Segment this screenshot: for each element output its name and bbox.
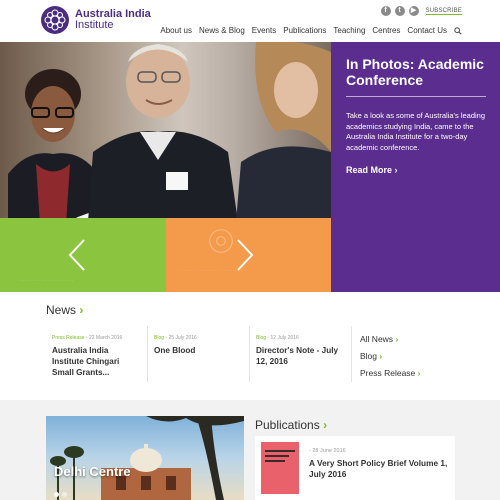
hero-divider [346, 96, 486, 97]
logo-watermark-icon [209, 229, 233, 253]
news-date: 12 July 2016 [270, 335, 299, 341]
carousel-dot-active[interactable] [54, 492, 59, 497]
news-card[interactable]: Blog - 25 July 2016 One Blood [148, 326, 250, 382]
logo-line2: Institute [75, 19, 114, 31]
publication-title: A Very Short Policy Brief Volume 1, July… [309, 458, 448, 479]
hero-description: Take a look as some of Australia's leadi… [346, 111, 486, 152]
logo-text: Australia India Institute [75, 9, 165, 31]
nav-contact-us[interactable]: Contact Us [407, 26, 447, 35]
site-header: Australia India Institute f t ▶ SUBSCRIB… [0, 0, 500, 42]
delhi-centre-label: Delhi Centre [54, 464, 131, 479]
chevron-right-icon: › [379, 351, 383, 361]
facebook-icon[interactable]: f [380, 6, 391, 16]
hero-tile-green: · · · · · · · · · · · · · · · · · · [0, 218, 166, 292]
news-category: Blog [256, 335, 267, 341]
news-side-links: All News › Blog › Press Release › [360, 334, 421, 385]
nav-publications[interactable]: Publications [283, 26, 326, 35]
chevron-right-icon: › [394, 165, 398, 175]
person-photo-3 [236, 42, 331, 218]
carousel-dots [54, 492, 67, 497]
chevron-right-icon: › [395, 334, 399, 344]
news-meta: Blog - 25 July 2016 [154, 335, 197, 341]
blog-link[interactable]: Blog › [360, 351, 421, 361]
read-more-label: Read More [346, 165, 393, 175]
hero-title: In Photos: Academic Conference [346, 56, 484, 88]
news-meta: Press Release - 22 March 2016 [52, 335, 123, 341]
nav-about-us[interactable]: About us [160, 26, 192, 35]
publication-cover [261, 442, 299, 494]
tile-shadow-text: · · · · · · · · · · · · · · · · · · [20, 278, 74, 284]
news-title: Australia India Institute Chingari Small… [52, 346, 120, 377]
carousel-dot[interactable] [62, 492, 67, 497]
news-list: Press Release - 22 March 2016 Australia … [46, 326, 456, 382]
all-news-label: All News [360, 334, 394, 344]
person-photo-2 [88, 44, 238, 218]
twitter-icon[interactable]: t [394, 6, 405, 16]
main-nav: About us News & Blog Events Publications… [160, 26, 462, 35]
blog-label: Blog [360, 351, 378, 361]
hero-photo [0, 42, 331, 218]
delhi-centre-tile[interactable]: Delhi Centre [46, 416, 244, 500]
news-heading-label: News [46, 303, 77, 317]
publication-date-value: 28 June 2016 [312, 448, 346, 454]
news-category: Blog [154, 335, 165, 341]
news-title: One Blood [154, 346, 196, 355]
search-icon[interactable] [454, 26, 462, 35]
chevron-right-icon[interactable] [234, 238, 256, 272]
news-heading[interactable]: News › [46, 303, 83, 317]
tile-shadow-text: · · · · · · · · · · · · · · · · · · · · … [178, 268, 247, 274]
person-photo-1 [8, 69, 98, 218]
subscribe-link[interactable]: SUBSCRIBE [425, 8, 462, 15]
site-logo[interactable]: Australia India Institute [40, 5, 165, 35]
nav-teaching[interactable]: Teaching [333, 26, 365, 35]
publications-heading-label: Publications [255, 418, 320, 432]
news-card[interactable]: Press Release - 22 March 2016 Australia … [46, 326, 148, 382]
hero-carousel: In Photos: Academic Conference Take a lo… [0, 42, 500, 292]
chevron-right-icon: › [417, 368, 421, 378]
press-release-link[interactable]: Press Release › [360, 368, 421, 378]
youtube-icon[interactable]: ▶ [408, 6, 419, 16]
chevron-right-icon: › [79, 303, 84, 317]
press-release-label: Press Release [360, 368, 416, 378]
news-date: 22 March 2016 [88, 335, 123, 341]
hero-tile-orange: · · · · · · · · · · · · · · · · · · · · … [166, 218, 331, 292]
social-links: f t ▶ SUBSCRIBE [380, 6, 462, 16]
nav-events[interactable]: Events [252, 26, 276, 35]
delhi-landmark-image [50, 416, 244, 500]
bottom-section: Delhi Centre Publications › - 28 June 20… [0, 400, 500, 500]
news-category: Press Release [52, 335, 85, 341]
nav-centres[interactable]: Centres [372, 26, 400, 35]
chevron-right-icon: › [323, 418, 328, 432]
publication-card[interactable]: - 28 June 2016 A Very Short Policy Brief… [255, 436, 455, 500]
news-meta: Blog - 12 July 2016 [256, 335, 299, 341]
news-card[interactable]: Blog - 12 July 2016 Director's Note - Ju… [250, 326, 352, 382]
logo-icon [41, 6, 69, 34]
publication-date: - 28 June 2016 [309, 448, 346, 454]
all-news-link[interactable]: All News › [360, 334, 421, 344]
news-date: 25 July 2016 [168, 335, 197, 341]
nav-news-blog[interactable]: News & Blog [199, 26, 245, 35]
publications-heading[interactable]: Publications › [255, 418, 327, 432]
chevron-left-icon[interactable] [66, 238, 88, 272]
hero-panel: In Photos: Academic Conference Take a lo… [331, 42, 500, 292]
news-title: Director's Note - July 12, 2016 [256, 346, 339, 366]
read-more-link[interactable]: Read More › [346, 165, 485, 175]
